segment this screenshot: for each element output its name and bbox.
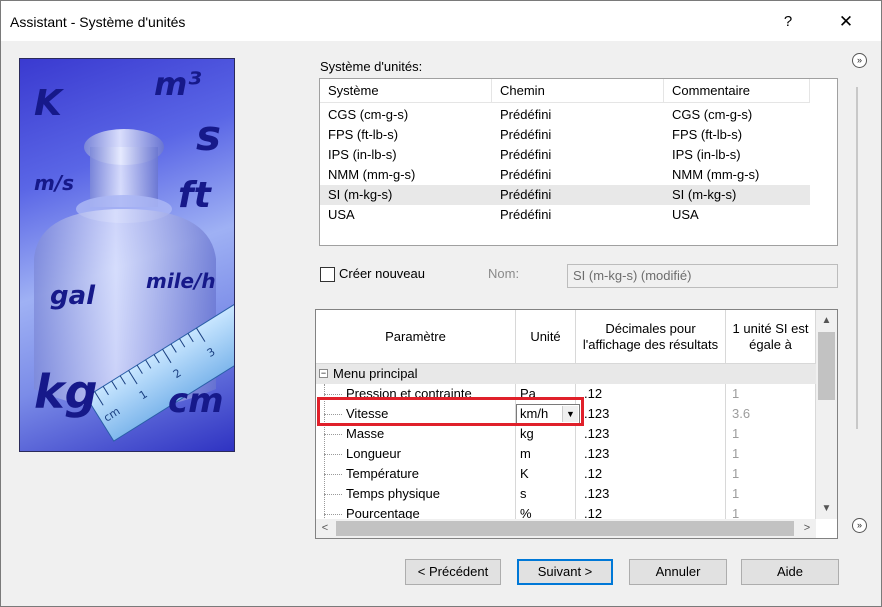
system-comment: SI (m-kg-s)	[672, 187, 737, 202]
system-list[interactable]: Système Chemin Commentaire CGS (cm-g-s) …	[319, 78, 838, 246]
system-path: Prédéfini	[500, 187, 552, 202]
vertical-scrollbar[interactable]: ▲ ▼	[816, 310, 837, 519]
system-path: Prédéfini	[500, 207, 552, 222]
param-si-equals: 1	[726, 384, 816, 404]
units-wizard-window: Assistant - Système d'unités ? ✕ 1 2 3 c…	[0, 0, 882, 607]
param-decimals[interactable]: .12	[576, 464, 726, 484]
create-new-checkbox[interactable]	[320, 267, 335, 282]
system-comment: CGS (cm-g-s)	[672, 107, 753, 122]
unit-word: kg	[34, 365, 98, 419]
previous-button[interactable]: < Précédent	[405, 559, 501, 585]
system-name: FPS (ft-lb-s)	[328, 127, 399, 142]
expand-icon[interactable]: »	[852, 53, 867, 68]
param-name: Température	[346, 464, 516, 484]
param-name: Temps physique	[346, 484, 516, 504]
expand-icon[interactable]: »	[852, 518, 867, 533]
scroll-right-icon[interactable]: >	[798, 519, 816, 538]
help-button[interactable]: Aide	[741, 559, 839, 585]
system-comment: USA	[672, 207, 699, 222]
table-row[interactable]: Masse kg .123 1	[316, 424, 816, 444]
system-list-header: Système Chemin Commentaire	[320, 79, 810, 103]
param-name: Masse	[346, 424, 516, 444]
system-name: IPS (in-lb-s)	[328, 147, 397, 162]
highlight-box	[317, 397, 584, 426]
param-decimals[interactable]: .123	[576, 444, 726, 464]
param-name: Longueur	[346, 444, 516, 464]
system-name: SI (m-kg-s)	[328, 187, 393, 202]
list-item[interactable]: CGS (cm-g-s) Prédéfini CGS (cm-g-s)	[320, 105, 810, 125]
unit-word: ft	[178, 175, 211, 216]
list-item[interactable]: FPS (ft-lb-s) Prédéfini FPS (ft-lb-s)	[320, 125, 810, 145]
units-illustration: 1 2 3 cm K m³ s m/s ft gal mile/h kg cm	[19, 58, 235, 452]
system-name: CGS (cm-g-s)	[328, 107, 409, 122]
param-unit[interactable]: K	[516, 464, 576, 484]
name-input[interactable]: SI (m-kg-s) (modifié)	[567, 264, 838, 288]
help-icon[interactable]: ?	[771, 9, 805, 35]
system-comment: NMM (mm-g-s)	[672, 167, 760, 182]
param-si-equals: 3.6	[726, 404, 816, 424]
param-si-equals: 1	[726, 464, 816, 484]
group-label: Menu principal	[333, 366, 418, 381]
list-item-selected[interactable]: SI (m-kg-s) Prédéfini SI (m-kg-s)	[320, 185, 810, 205]
system-name: USA	[328, 207, 355, 222]
side-divider	[856, 87, 858, 429]
param-decimals[interactable]: .12	[576, 384, 726, 404]
unit-word: m/s	[34, 171, 75, 195]
scroll-up-icon[interactable]: ▲	[816, 312, 837, 330]
close-icon[interactable]: ✕	[823, 9, 869, 35]
system-comment: FPS (ft-lb-s)	[672, 127, 743, 142]
list-item[interactable]: NMM (mm-g-s) Prédéfini NMM (mm-g-s)	[320, 165, 810, 185]
system-path: Prédéfini	[500, 147, 552, 162]
system-comment: IPS (in-lb-s)	[672, 147, 741, 162]
scroll-thumb[interactable]	[818, 332, 835, 400]
system-path: Prédéfini	[500, 167, 552, 182]
unit-word: mile/h	[146, 269, 216, 293]
name-label: Nom:	[488, 266, 520, 281]
collapse-icon[interactable]: −	[319, 369, 328, 378]
column-header-decimals: Décimales pour l'affichage des résultats	[576, 310, 726, 364]
next-button[interactable]: Suivant >	[517, 559, 613, 585]
param-unit[interactable]: kg	[516, 424, 576, 444]
system-path: Prédéfini	[500, 107, 552, 122]
param-decimals[interactable]: .123	[576, 484, 726, 504]
param-si-equals: 1	[726, 484, 816, 504]
param-si-equals: 1	[726, 444, 816, 464]
unit-word: m³	[154, 65, 202, 103]
list-item[interactable]: USA Prédéfini USA	[320, 205, 810, 225]
system-path: Prédéfini	[500, 127, 552, 142]
scroll-down-icon[interactable]: ▼	[816, 500, 837, 518]
column-header-path[interactable]: Chemin	[492, 79, 664, 103]
param-decimals[interactable]: .123	[576, 424, 726, 444]
param-unit[interactable]: m	[516, 444, 576, 464]
param-si-equals: 1	[726, 424, 816, 444]
unit-word: cm	[168, 381, 224, 421]
system-name: NMM (mm-g-s)	[328, 167, 416, 182]
title-bar: Assistant - Système d'unités ? ✕	[1, 1, 881, 41]
column-header-si-equals: 1 unité SI est égale à	[726, 310, 816, 364]
cancel-button[interactable]: Annuler	[629, 559, 727, 585]
scroll-left-icon[interactable]: <	[316, 519, 334, 538]
column-header-system[interactable]: Système	[320, 79, 492, 103]
system-list-label: Système d'unités:	[320, 59, 423, 74]
scroll-thumb[interactable]	[336, 521, 794, 536]
param-unit[interactable]: s	[516, 484, 576, 504]
table-row[interactable]: Longueur m .123 1	[316, 444, 816, 464]
unit-word: s	[196, 111, 221, 160]
column-header-unit: Unité	[516, 310, 576, 364]
group-row-main-menu[interactable]: − Menu principal	[316, 364, 816, 384]
create-new-label[interactable]: Créer nouveau	[339, 266, 425, 281]
table-row[interactable]: Temps physique s .123 1	[316, 484, 816, 504]
horizontal-scrollbar[interactable]: < >	[316, 519, 816, 538]
column-header-comment[interactable]: Commentaire	[664, 79, 810, 103]
window-title: Assistant - Système d'unités	[10, 14, 186, 30]
unit-word: gal	[50, 281, 96, 311]
column-header-parameter: Paramètre	[316, 310, 516, 364]
param-decimals[interactable]: .123	[576, 404, 726, 424]
unit-word: K	[34, 83, 62, 124]
table-row[interactable]: Température K .12 1	[316, 464, 816, 484]
list-item[interactable]: IPS (in-lb-s) Prédéfini IPS (in-lb-s)	[320, 145, 810, 165]
